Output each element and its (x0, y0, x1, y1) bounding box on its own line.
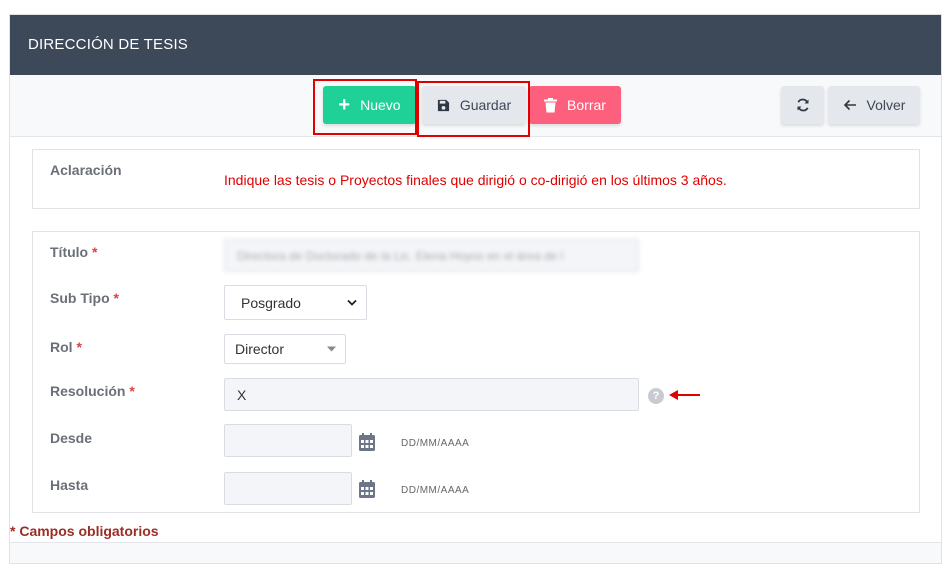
sub-tipo-value: Posgrado (241, 294, 301, 311)
aclaracion-box: Aclaración Indique las tesis o Proyectos… (32, 149, 920, 209)
rol-label-text: Rol (50, 339, 73, 355)
required-mark: * (129, 383, 135, 399)
hasta-label: Hasta (50, 477, 89, 493)
rol-select[interactable]: Director (224, 334, 346, 364)
question-mark-icon[interactable]: ? (648, 388, 664, 404)
plus-icon: + (338, 94, 351, 116)
desde-label: Desde (50, 430, 93, 446)
borrar-button[interactable]: Borrar (529, 86, 621, 124)
sub-tipo-label-text: Sub Tipo (50, 290, 110, 306)
guardar-button-label: Guardar (459, 97, 512, 113)
resolucion-input[interactable]: X (224, 378, 639, 411)
toolbar: + Nuevo Guardar Borrar Volver (10, 75, 941, 137)
required-mark: * (113, 290, 119, 306)
required-mark: * (92, 244, 98, 260)
refresh-icon (797, 98, 808, 112)
volver-button[interactable]: Volver (828, 86, 920, 124)
titulo-label: Título * (50, 244, 97, 260)
chevron-down-icon (347, 299, 357, 306)
nuevo-button-label: Nuevo (360, 97, 401, 113)
resolucion-label: Resolución * (50, 383, 135, 399)
titulo-input[interactable]: Directora de Doctorado de la Lic. Elena … (224, 239, 639, 272)
required-mark: * (76, 339, 82, 355)
titulo-label-text: Título (50, 244, 89, 260)
required-fields-note: * Campos obligatorios (10, 523, 159, 539)
sub-tipo-select[interactable]: Posgrado (224, 285, 367, 320)
form-box: Título * Directora de Doctorado de la Li… (32, 231, 920, 513)
calendar-icon[interactable] (359, 480, 375, 498)
hasta-date-input[interactable] (224, 472, 352, 505)
red-arrow-annotation (669, 390, 700, 400)
floppy-disk-icon (437, 99, 449, 111)
panel-header: DIRECCIÓN DE TESIS (10, 15, 941, 75)
sub-tipo-label: Sub Tipo * (50, 290, 119, 306)
desde-date-input[interactable] (224, 424, 352, 457)
page-title: DIRECCIÓN DE TESIS (28, 36, 189, 53)
arrow-left-icon (843, 99, 856, 111)
calendar-icon[interactable] (359, 433, 375, 451)
nuevo-button[interactable]: + Nuevo (323, 86, 416, 124)
refresh-button[interactable] (781, 86, 824, 124)
resolucion-label-text: Resolución (50, 383, 126, 399)
volver-button-label: Volver (866, 97, 906, 113)
caret-down-icon (327, 346, 336, 352)
aclaracion-label: Aclaración (50, 162, 122, 178)
footer-bar (10, 543, 941, 563)
rol-value: Director (235, 341, 285, 357)
panel: DIRECCIÓN DE TESIS + Nuevo Guardar Borra… (9, 14, 942, 564)
guardar-button[interactable]: Guardar (422, 86, 526, 124)
desde-format-hint: DD/MM/AAAA (401, 438, 470, 449)
rol-label: Rol * (50, 339, 82, 355)
trash-icon (544, 97, 558, 112)
aclaracion-text: Indique las tesis o Proyectos finales qu… (224, 172, 727, 188)
hasta-format-hint: DD/MM/AAAA (401, 485, 470, 496)
borrar-button-label: Borrar (567, 97, 606, 113)
